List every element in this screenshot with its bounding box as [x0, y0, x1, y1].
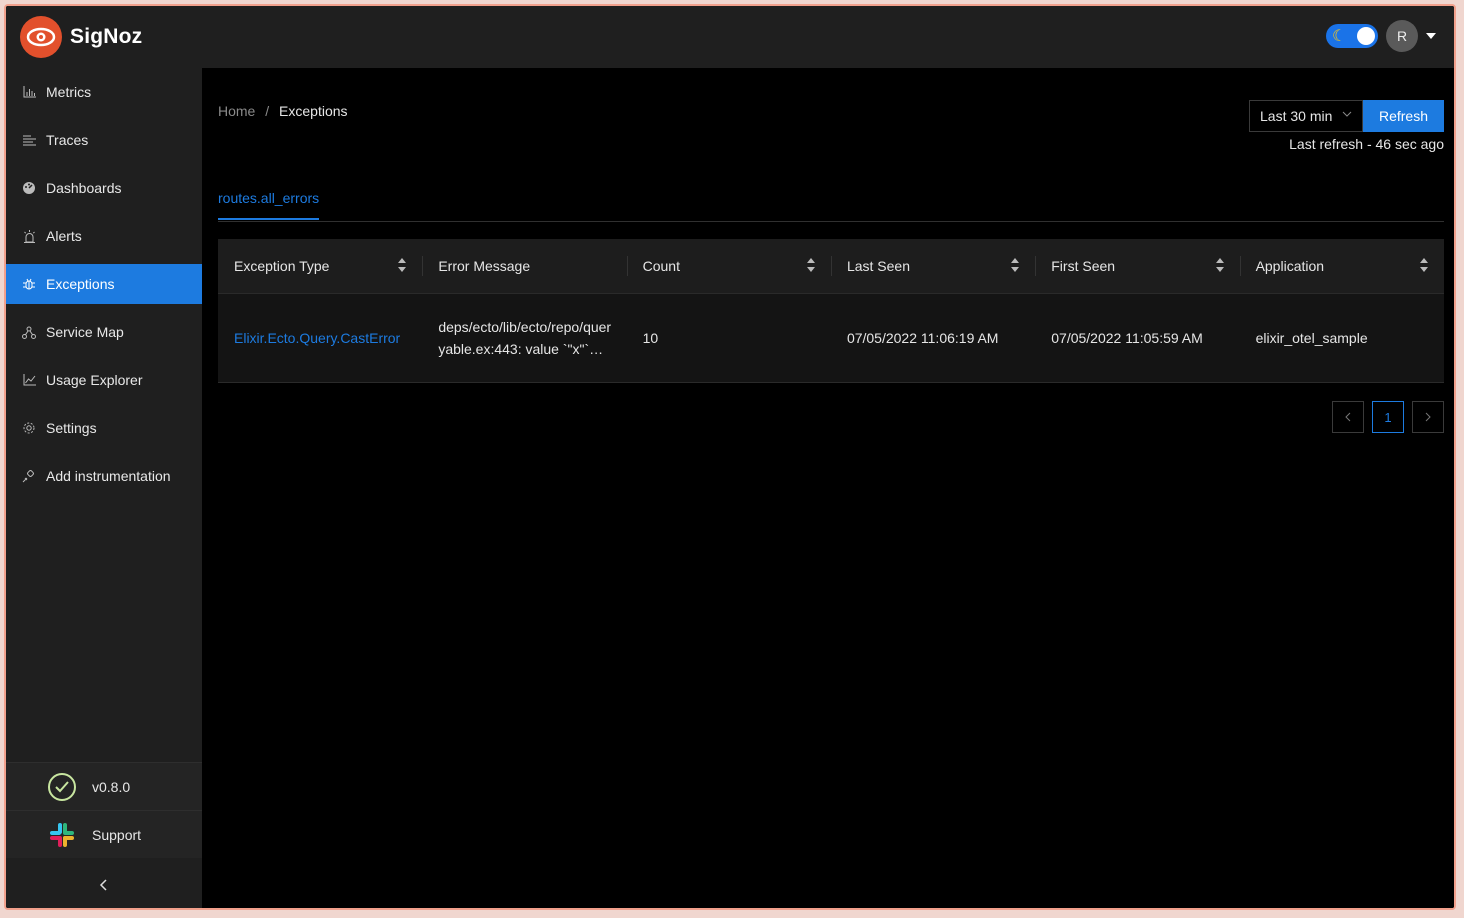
sidebar: Metrics Traces Dashboards Alerts Excepti…	[6, 68, 202, 908]
avatar[interactable]: R	[1386, 20, 1418, 52]
gear-icon	[22, 421, 36, 435]
sidebar-item-alerts[interactable]: Alerts	[6, 216, 202, 256]
support-label: Support	[92, 826, 142, 843]
align-left-icon	[22, 133, 36, 147]
refresh-button[interactable]: Refresh	[1363, 100, 1444, 132]
breadcrumb-current: Exceptions	[279, 103, 348, 119]
sort-icon[interactable]	[398, 258, 407, 274]
column-label: Application	[1255, 258, 1325, 274]
time-controls: Last 30 min Refresh	[1249, 100, 1444, 132]
column-label: Count	[642, 258, 680, 274]
sidebar-item-label: Service Map	[46, 324, 124, 340]
application-cell: elixir_otel_sample	[1255, 330, 1368, 346]
last-refresh-text: Last refresh - 46 sec ago	[1289, 136, 1444, 152]
check-circle-icon	[48, 772, 76, 801]
caret-down-icon[interactable]	[1426, 33, 1436, 39]
alarm-icon	[22, 229, 36, 243]
top-bar: SigNoz ☾ R	[6, 6, 1454, 68]
sidebar-item-label: Add instrumentation	[46, 468, 171, 484]
last-seen-cell: 07/05/2022 11:06:19 AM	[846, 330, 999, 346]
api-icon	[22, 469, 36, 483]
dashboard-icon	[22, 181, 36, 195]
column-header-error-message: Error Message	[422, 239, 626, 293]
chevron-left-icon	[99, 879, 107, 891]
sidebar-item-usage-explorer[interactable]: Usage Explorer	[6, 360, 202, 400]
app-name[interactable]: SigNoz	[70, 25, 142, 49]
column-header-last-seen[interactable]: Last Seen	[830, 239, 1035, 293]
column-header-application[interactable]: Application	[1239, 239, 1444, 293]
sidebar-item-label: Dashboards	[46, 180, 122, 196]
exceptions-table: Exception Type Error Message Count Last …	[218, 239, 1444, 383]
sidebar-item-label: Settings	[46, 420, 97, 436]
deployment-icon	[22, 325, 36, 339]
sidebar-item-traces[interactable]: Traces	[6, 120, 202, 160]
time-range-value: Last 30 min	[1260, 108, 1333, 124]
toggle-knob	[1357, 27, 1375, 45]
tab-bar: routes.all_errors	[218, 186, 1444, 222]
chevron-right-icon	[1425, 412, 1431, 422]
pagination: 1	[1324, 401, 1444, 433]
line-chart-icon	[22, 373, 36, 387]
bug-icon	[22, 277, 36, 291]
sort-icon[interactable]	[1215, 258, 1224, 274]
chevron-left-icon	[1345, 412, 1351, 422]
breadcrumb-separator: /	[265, 103, 270, 119]
support-link[interactable]: Support	[6, 810, 202, 858]
sidebar-item-metrics[interactable]: Metrics	[6, 72, 202, 112]
column-header-first-seen[interactable]: First Seen	[1035, 239, 1239, 293]
column-header-exception-type[interactable]: Exception Type	[218, 239, 422, 293]
sort-icon[interactable]	[806, 258, 815, 274]
bar-chart-icon	[22, 85, 36, 99]
table-row: Elixir.Ecto.Query.CastError deps/ecto/li…	[218, 293, 1444, 383]
sidebar-item-label: Exceptions	[46, 276, 115, 292]
sidebar-item-exceptions[interactable]: Exceptions	[6, 264, 202, 304]
next-page-button[interactable]	[1412, 401, 1444, 433]
count-cell: 10	[642, 330, 659, 346]
moon-icon: ☾	[1332, 28, 1347, 45]
column-label: Error Message	[438, 258, 531, 274]
breadcrumb: Home / Exceptions	[218, 103, 348, 119]
collapse-sidebar-button[interactable]	[6, 858, 202, 908]
time-range-select[interactable]: Last 30 min	[1249, 100, 1363, 132]
sidebar-item-label: Alerts	[46, 228, 82, 244]
column-label: Last Seen	[846, 258, 910, 274]
signoz-logo-icon[interactable]	[20, 16, 62, 58]
previous-page-button[interactable]	[1332, 401, 1364, 433]
sidebar-item-label: Traces	[46, 132, 89, 148]
sidebar-item-dashboards[interactable]: Dashboards	[6, 168, 202, 208]
main-content: Home / Exceptions Last 30 min Refresh La…	[202, 68, 1454, 908]
slack-icon	[50, 822, 74, 847]
sort-icon[interactable]	[1011, 258, 1020, 274]
version-label: v0.8.0	[92, 778, 131, 795]
first-seen-cell: 07/05/2022 11:05:59 AM	[1051, 330, 1203, 346]
sort-icon[interactable]	[1419, 258, 1428, 274]
tab-routes-all-errors[interactable]: routes.all_errors	[218, 190, 320, 220]
app-window: SigNoz ☾ R Metrics Traces Dashboards Ale…	[4, 4, 1456, 910]
table-header: Exception Type Error Message Count Last …	[218, 239, 1444, 293]
error-message-cell: deps/ecto/lib/ecto/repo/queryable.ex:443…	[438, 319, 612, 357]
chevron-down-icon	[1342, 110, 1352, 121]
breadcrumb-home[interactable]: Home	[218, 103, 255, 119]
exception-type-link[interactable]: Elixir.Ecto.Query.CastError	[218, 327, 422, 349]
page-number-button[interactable]: 1	[1372, 401, 1404, 433]
theme-toggle[interactable]: ☾	[1326, 24, 1378, 48]
column-header-count[interactable]: Count	[626, 239, 831, 293]
column-label: Exception Type	[234, 258, 330, 274]
sidebar-item-service-map[interactable]: Service Map	[6, 312, 202, 352]
version-info[interactable]: v0.8.0	[6, 762, 202, 810]
column-label: First Seen	[1051, 258, 1116, 274]
sidebar-item-label: Metrics	[46, 84, 92, 100]
sidebar-item-settings[interactable]: Settings	[6, 408, 202, 448]
sidebar-item-add-instrumentation[interactable]: Add instrumentation	[6, 456, 202, 496]
sidebar-item-label: Usage Explorer	[46, 372, 143, 388]
